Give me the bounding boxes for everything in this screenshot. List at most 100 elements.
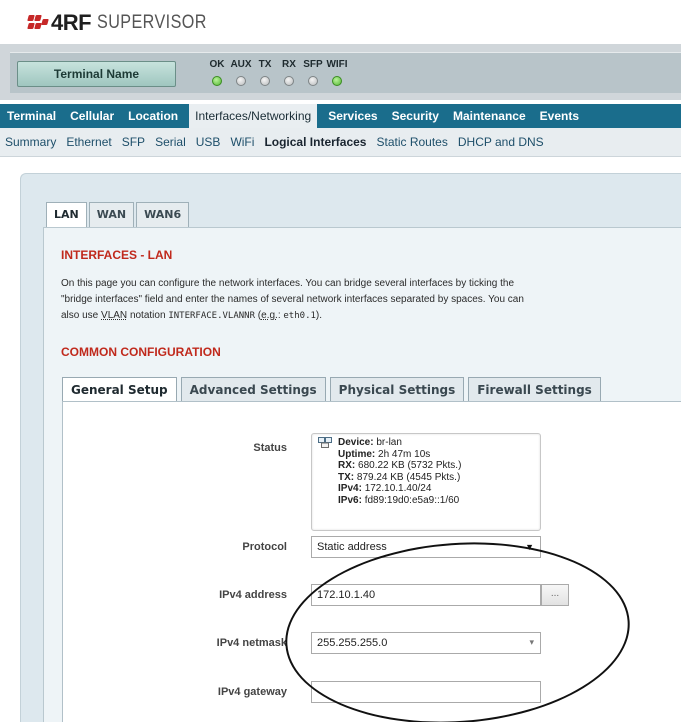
common-config-title: COMMON CONFIGURATION <box>61 345 221 359</box>
status-key: Device: <box>338 437 374 448</box>
status-ipv4: IPv4: 172.10.1.40/24 <box>338 483 461 495</box>
status-ipv6: IPv6: fd89:19d0:e5a9::1/60 <box>338 495 461 507</box>
nav-terminal[interactable]: Terminal <box>0 104 63 128</box>
status-key: IPv4: <box>338 483 362 494</box>
eg-abbr: e.g. <box>261 310 278 321</box>
subnav-serial[interactable]: Serial <box>150 135 191 149</box>
general-setup-form: Status Device: br-lan Uptime: 2h 47m 10s… <box>62 401 681 722</box>
led-label: TX <box>258 59 272 70</box>
lan-tab-content: INTERFACES - LAN On this page you can co… <box>43 227 681 722</box>
ipv4-gateway-label: IPv4 gateway <box>217 686 287 698</box>
status-device: Device: br-lan <box>338 437 461 449</box>
app-frame: 4RF SUPERVISOR Terminal Name OK AUX TX R… <box>0 0 681 722</box>
led-wifi: WIFI <box>326 58 348 86</box>
code-sample: eth0.1 <box>283 311 316 321</box>
led-rx-indicator-icon <box>284 76 294 86</box>
brand-logo: 4RF SUPERVISOR <box>27 10 226 36</box>
tab-general-setup[interactable]: General Setup <box>62 377 177 403</box>
page-description: On this page you can configure the netwo… <box>61 276 661 324</box>
tab-firewall-settings[interactable]: Firewall Settings <box>468 377 601 402</box>
ipv4-netmask-value: 255.255.255.0 <box>317 637 388 649</box>
led-label: WIFI <box>326 59 348 70</box>
subnav-static-routes[interactable]: Static Routes <box>371 135 452 149</box>
protocol-label: Protocol <box>242 541 287 553</box>
subnav-summary[interactable]: Summary <box>0 135 61 149</box>
eg-colon: : <box>277 310 281 321</box>
main-panel: LAN WAN WAN6 INTERFACES - LAN On this pa… <box>20 173 681 722</box>
tab-wan[interactable]: WAN <box>88 202 135 227</box>
status-key: TX: <box>338 471 355 483</box>
status-key: RX: <box>338 460 356 471</box>
subnav-usb[interactable]: USB <box>191 135 226 149</box>
brand-product: SUPERVISOR <box>97 12 207 33</box>
logo-mark-icon <box>27 13 49 33</box>
led-label: AUX <box>230 59 252 70</box>
tab-lan[interactable]: LAN <box>46 202 87 228</box>
ipv4-address-input[interactable]: 172.10.1.40 <box>311 584 541 606</box>
tab-physical-settings[interactable]: Physical Settings <box>329 377 465 402</box>
led-aux: AUX <box>230 58 252 86</box>
nav-maintenance[interactable]: Maintenance <box>446 104 533 128</box>
subnav-wifi[interactable]: WiFi <box>225 135 259 149</box>
led-label: SFP <box>303 59 323 70</box>
ipv4-address-more-button[interactable]: ... <box>541 584 569 606</box>
nav-location[interactable]: Location <box>121 104 185 128</box>
led-wifi-indicator-icon <box>332 76 342 86</box>
content-area: LAN WAN WAN6 INTERFACES - LAN On this pa… <box>0 157 681 722</box>
protocol-value: Static address <box>317 541 387 553</box>
status-uptime: Uptime: 2h 47m 10s <box>338 449 461 461</box>
led-ok: OK <box>206 58 228 86</box>
status-box: Device: br-lan Uptime: 2h 47m 10s RX: 68… <box>311 433 541 531</box>
nav-events[interactable]: Events <box>533 104 586 128</box>
nav-cellular[interactable]: Cellular <box>63 104 121 128</box>
dropdown-arrow-icon: ▼ <box>525 542 534 552</box>
description-line: also use VLAN notation INTERFACE.VLANNR … <box>61 308 661 324</box>
dropdown-arrow-icon: ▾ <box>529 637 534 647</box>
interface-tabs: LAN WAN WAN6 <box>46 202 191 228</box>
eg-paren-close: ). <box>315 310 323 321</box>
main-nav: Terminal Cellular Location Interfaces/Ne… <box>0 104 681 128</box>
ipv4-netmask-combo[interactable]: 255.255.255.0 ▾ <box>311 632 541 654</box>
tab-advanced-settings[interactable]: Advanced Settings <box>180 377 326 402</box>
subnav-logical-interfaces[interactable]: Logical Interfaces <box>259 135 371 149</box>
description-text: also use <box>61 310 99 321</box>
led-ok-indicator-icon <box>212 76 222 86</box>
status-tx: TX: 879.24 KB (4545 Pkts.) <box>338 472 461 484</box>
led-tx-indicator-icon <box>260 76 270 86</box>
status-bar: Terminal Name OK AUX TX RX SFP WIFI <box>0 44 681 100</box>
ipv4-gateway-input[interactable] <box>311 681 541 703</box>
terminal-name-button[interactable]: Terminal Name <box>17 61 176 87</box>
status-label: Status <box>253 442 287 454</box>
led-sfp: SFP <box>302 58 324 86</box>
settings-tabs: General Setup Advanced Settings Physical… <box>62 377 605 403</box>
ipv4-address-label: IPv4 address <box>219 589 287 601</box>
led-rx: RX <box>278 58 300 86</box>
brand-name: 4RF <box>51 10 92 35</box>
status-value: fd89:19d0:e5a9::1/60 <box>364 494 460 506</box>
status-key: IPv6: <box>338 494 362 506</box>
header: 4RF SUPERVISOR <box>0 0 681 45</box>
led-aux-indicator-icon <box>236 76 246 86</box>
subnav-dhcp-dns[interactable]: DHCP and DNS <box>453 135 549 149</box>
nav-security[interactable]: Security <box>385 104 446 128</box>
status-rx: RX: 680.22 KB (5732 Pkts.) <box>338 460 461 472</box>
vlan-abbr: VLAN <box>101 310 128 321</box>
status-value: 172.10.1.40/24 <box>364 483 432 494</box>
page-title: INTERFACES - LAN <box>61 248 173 262</box>
subnav-ethernet[interactable]: Ethernet <box>61 135 116 149</box>
status-value: 879.24 KB (4545 Pkts.) <box>356 471 461 483</box>
nav-interfaces-networking[interactable]: Interfaces/Networking <box>189 104 318 128</box>
led-label: RX <box>282 59 296 70</box>
nav-services[interactable]: Services <box>321 104 384 128</box>
protocol-select[interactable]: Static address ▼ <box>311 536 541 558</box>
status-value: br-lan <box>376 437 402 448</box>
tab-wan6[interactable]: WAN6 <box>136 202 190 227</box>
subnav-sfp[interactable]: SFP <box>117 135 150 149</box>
status-value: 2h 47m 10s <box>378 448 431 460</box>
network-bridge-icon <box>318 437 332 448</box>
description-line: "bridge interfaces" field and enter the … <box>61 294 524 305</box>
led-sfp-indicator-icon <box>308 76 318 86</box>
status-key: Uptime: <box>338 448 376 460</box>
ipv4-netmask-label: IPv4 netmask <box>216 637 287 649</box>
description-line: On this page you can configure the netwo… <box>61 278 515 289</box>
